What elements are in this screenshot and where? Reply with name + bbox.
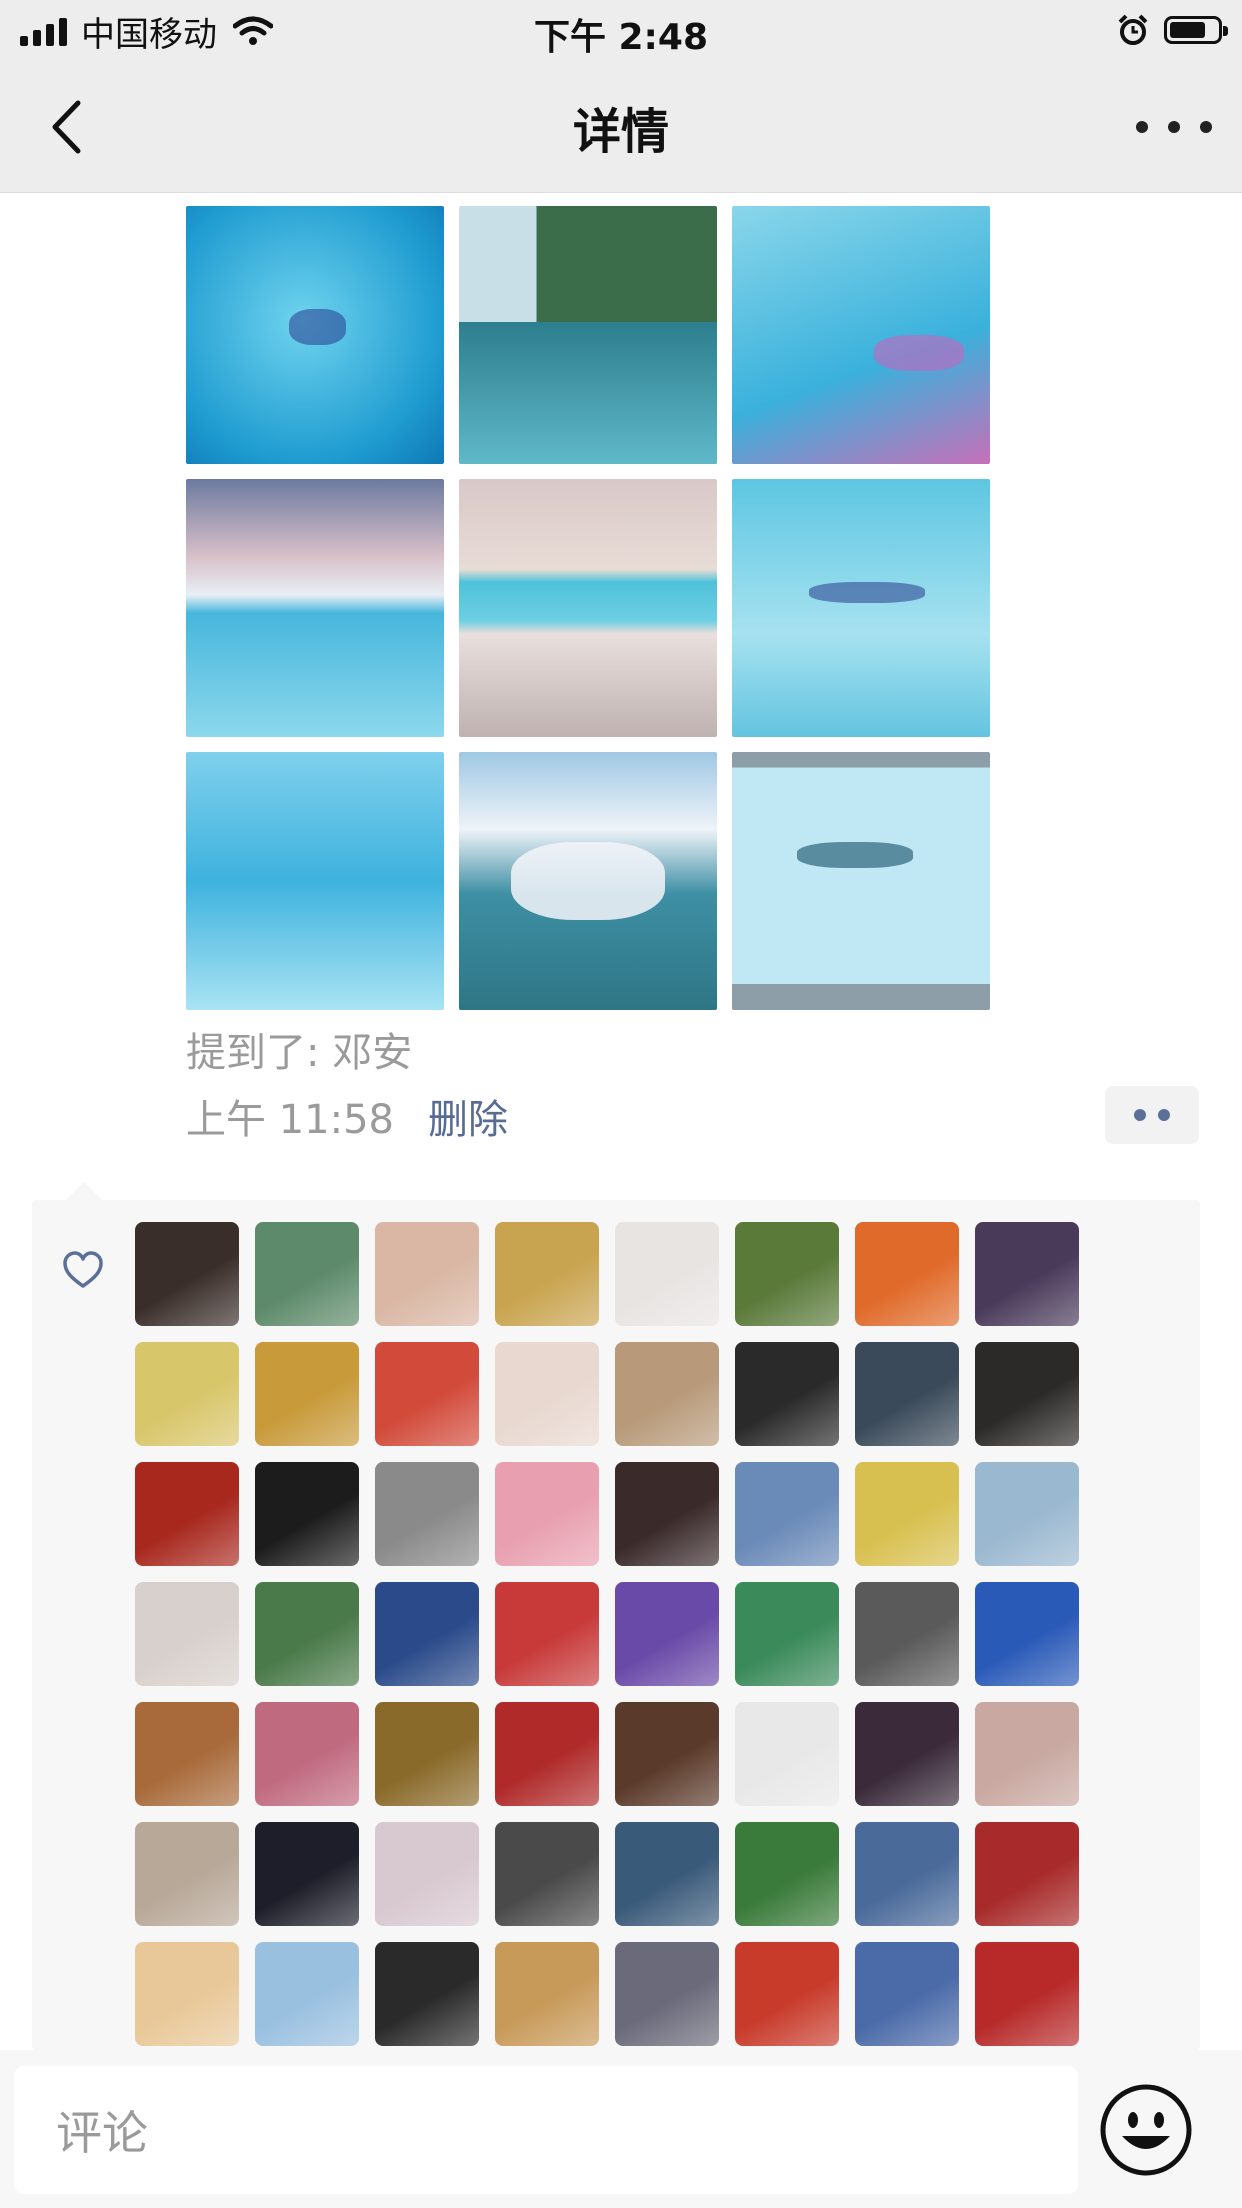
liker-avatar[interactable] [735,1462,839,1566]
liker-avatar[interactable] [615,1702,719,1806]
liker-avatar[interactable] [495,1822,599,1926]
liker-avatar[interactable] [375,1942,479,2046]
liker-avatar[interactable] [255,1582,359,1686]
liker-avatar[interactable] [855,1942,959,2046]
liker-avatar[interactable] [375,1342,479,1446]
liker-avatar[interactable] [135,1222,239,1326]
status-time: 下午 2:48 [533,17,709,58]
photo-grid [186,206,990,1010]
smiley-icon[interactable] [1098,2082,1194,2178]
liker-avatar[interactable] [495,1222,599,1326]
liker-avatar[interactable] [255,1822,359,1926]
photo-thumbnail[interactable] [732,479,990,737]
mention-text[interactable]: 提到了: 邓安 [186,1020,412,1078]
liker-avatar[interactable] [735,1822,839,1926]
photo-thumbnail[interactable] [459,752,717,1010]
liker-avatar[interactable] [375,1702,479,1806]
liker-avatar[interactable] [615,1582,719,1686]
photo-thumbnail[interactable] [732,752,990,1010]
status-right [1116,10,1228,50]
liker-avatar[interactable] [495,1582,599,1686]
more-button[interactable] [1136,102,1212,152]
liker-avatar[interactable] [135,1702,239,1806]
battery-level [1170,22,1205,38]
liker-avatar[interactable] [495,1702,599,1806]
liker-avatar[interactable] [375,1582,479,1686]
heart-icon [63,1251,103,1288]
liker-avatar[interactable] [255,1342,359,1446]
liker-avatar[interactable] [135,1342,239,1446]
status-bar: 中国移动 下午 2:48 [0,0,1242,62]
battery-icon [1164,16,1228,44]
liker-avatar[interactable] [495,1942,599,2046]
liker-avatar[interactable] [735,1942,839,2046]
delete-link[interactable]: 删除 [428,1087,508,1145]
photo-thumbnail[interactable] [186,206,444,464]
liker-avatar[interactable] [375,1222,479,1326]
alarm-icon [1118,14,1148,45]
liker-avatar[interactable] [855,1222,959,1326]
liker-avatar[interactable] [735,1702,839,1806]
liker-avatar[interactable] [975,1702,1079,1806]
post-meta: 上午 11:58 删除 [186,1088,508,1144]
liker-avatar[interactable] [975,1342,1079,1446]
liker-avatar[interactable] [255,1942,359,2046]
liker-avatar[interactable] [495,1462,599,1566]
liker-avatar[interactable] [855,1462,959,1566]
liker-avatar[interactable] [975,1462,1079,1566]
photo-subject [873,335,965,372]
liker-avatar[interactable] [375,1462,479,1566]
liker-avatar[interactable] [855,1822,959,1926]
photo-subject [796,842,913,869]
like-comment-button[interactable] [1105,1086,1199,1144]
liker-avatar[interactable] [255,1462,359,1566]
liker-avatar[interactable] [735,1582,839,1686]
liker-avatar[interactable] [735,1222,839,1326]
liker-avatar[interactable] [615,1942,719,2046]
photo-thumbnail[interactable] [732,206,990,464]
post-time: 上午 11:58 [186,1097,394,1143]
liker-avatar[interactable] [495,1342,599,1446]
liker-avatar[interactable] [855,1342,959,1446]
photo-subject [809,582,926,603]
more-dot [1200,121,1212,133]
more-dot [1168,121,1180,133]
liker-avatar[interactable] [135,1942,239,2046]
photo-subject [510,842,666,920]
liker-avatar[interactable] [255,1222,359,1326]
liker-avatar[interactable] [255,1702,359,1806]
liker-avatar[interactable] [975,1942,1079,2046]
liker-avatar[interactable] [135,1462,239,1566]
photo-thumbnail[interactable] [186,752,444,1010]
comment-bar: 评论 [0,2050,1242,2208]
comment-input[interactable]: 评论 [14,2066,1078,2194]
photo-thumbnail[interactable] [459,206,717,464]
liker-avatar[interactable] [975,1222,1079,1326]
photo-subject [289,309,346,346]
likes-panel [32,1182,1200,2050]
photo-thumbnail[interactable] [459,479,717,737]
liker-avatar[interactable] [135,1822,239,1926]
liker-avatar[interactable] [735,1342,839,1446]
more-dot [1136,121,1148,133]
dots-icon [1134,1109,1146,1121]
liker-avatar[interactable] [975,1582,1079,1686]
liker-avatar[interactable] [375,1822,479,1926]
liker-avatar-grid [135,1222,1135,2046]
liker-avatar[interactable] [615,1342,719,1446]
dots-icon [1158,1109,1170,1121]
liker-avatar[interactable] [135,1582,239,1686]
liker-avatar[interactable] [855,1582,959,1686]
page-title: 详情 [572,104,669,160]
liker-avatar[interactable] [975,1822,1079,1926]
liker-avatar[interactable] [855,1702,959,1806]
navigation-bar: 详情 [0,62,1242,193]
liker-avatar[interactable] [615,1462,719,1566]
photo-thumbnail[interactable] [186,479,444,737]
liker-avatar[interactable] [615,1822,719,1926]
liker-avatar[interactable] [615,1222,719,1326]
